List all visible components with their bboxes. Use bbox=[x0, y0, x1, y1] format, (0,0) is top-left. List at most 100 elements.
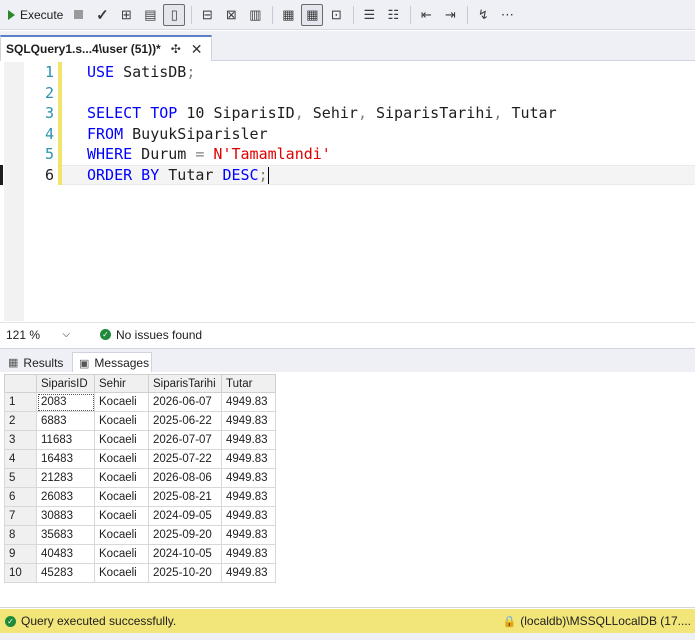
row-number[interactable]: 2 bbox=[4, 411, 37, 431]
table-row[interactable]: 9 40483 Kocaeli 2024-10-05 4949.83 bbox=[4, 544, 276, 564]
table-row[interactable]: 10 45283 Kocaeli 2025-10-20 4949.83 bbox=[4, 563, 276, 583]
grid-cell[interactable]: Kocaeli bbox=[94, 506, 149, 526]
grid-cell[interactable]: Kocaeli bbox=[94, 449, 149, 469]
grid-cell[interactable]: 2024-09-05 bbox=[148, 506, 222, 526]
grid-cell[interactable]: 4949.83 bbox=[221, 563, 276, 583]
line-number: 3 bbox=[44, 104, 54, 122]
grid-cell[interactable]: 45283 bbox=[36, 563, 95, 583]
query-options-button[interactable]: ▤ bbox=[139, 4, 161, 26]
grid-cell[interactable]: 4949.83 bbox=[221, 449, 276, 469]
column-header-siparistarihi[interactable]: SiparisTarihi bbox=[148, 374, 222, 393]
row-number[interactable]: 4 bbox=[4, 449, 37, 469]
grid-cell[interactable]: 4949.83 bbox=[221, 411, 276, 431]
grid-cell[interactable]: 26083 bbox=[36, 487, 95, 507]
grid-cell[interactable]: 4949.83 bbox=[221, 506, 276, 526]
intellisense-button[interactable]: ▯ bbox=[163, 3, 186, 26]
table-row[interactable]: 5 21283 Kocaeli 2026-08-06 4949.83 bbox=[4, 468, 276, 488]
pin-icon[interactable]: ✣ bbox=[171, 42, 181, 56]
row-number[interactable]: 5 bbox=[4, 468, 37, 488]
decrease-indent-button[interactable]: ⇤ bbox=[415, 4, 437, 26]
estimated-plan-button[interactable]: ⊞ bbox=[115, 4, 137, 26]
more-button[interactable]: ⋯ bbox=[496, 4, 518, 26]
row-header-corner[interactable] bbox=[4, 374, 37, 393]
grid-cell[interactable]: Kocaeli bbox=[94, 563, 149, 583]
grid-cell[interactable]: Kocaeli bbox=[94, 392, 149, 412]
grid-cell[interactable]: 2025-08-21 bbox=[148, 487, 222, 507]
grid-cell[interactable]: 4949.83 bbox=[221, 544, 276, 564]
grid-cell[interactable]: 2025-06-22 bbox=[148, 411, 222, 431]
results-grid[interactable]: SiparisID Sehir SiparisTarihi Tutar 1 208… bbox=[4, 374, 276, 583]
close-icon[interactable]: ✕ bbox=[191, 41, 203, 58]
grid-cell[interactable]: 11683 bbox=[36, 430, 95, 450]
uncomment-button[interactable]: ☷ bbox=[382, 4, 404, 26]
table-row[interactable]: 8 35683 Kocaeli 2025-09-20 4949.83 bbox=[4, 525, 276, 545]
comment-icon: ☰ bbox=[363, 6, 376, 22]
query-statusbar: ✓ Query executed successfully. 🔒 (locald… bbox=[0, 609, 695, 633]
code-line: FROM BuyukSiparisler bbox=[87, 124, 268, 143]
client-stats-button[interactable]: ▥ bbox=[244, 4, 266, 26]
column-header-tutar[interactable]: Tutar bbox=[221, 374, 276, 393]
row-number[interactable]: 3 bbox=[4, 430, 37, 450]
include-plan-button[interactable]: ⊟ bbox=[196, 4, 218, 26]
grid-cell[interactable]: 2026-07-07 bbox=[148, 430, 222, 450]
grid-cell[interactable]: Kocaeli bbox=[94, 468, 149, 488]
grid-cell[interactable]: 21283 bbox=[36, 468, 95, 488]
tab-results[interactable]: ▦ Results bbox=[2, 352, 68, 373]
code-text[interactable]: USE SatisDB; SELECT TOP 10 SiparisID, Se… bbox=[87, 62, 557, 185]
grid-cell[interactable]: 4949.83 bbox=[221, 468, 276, 488]
specify-values-button[interactable]: ↯ bbox=[472, 4, 494, 26]
grid-cell[interactable]: Kocaeli bbox=[94, 430, 149, 450]
live-stats-button[interactable]: ⊠ bbox=[220, 4, 242, 26]
row-number[interactable]: 6 bbox=[4, 487, 37, 507]
stop-button[interactable] bbox=[67, 4, 89, 26]
comment-button[interactable]: ☰ bbox=[358, 4, 380, 26]
table-row[interactable]: 1 2083 Kocaeli 2026-06-07 4949.83 bbox=[4, 392, 276, 412]
results-to-text-button[interactable]: ▦ bbox=[277, 4, 299, 26]
grid-cell[interactable]: Kocaeli bbox=[94, 411, 149, 431]
grid-cell[interactable]: Kocaeli bbox=[94, 487, 149, 507]
plan-icon: ⊞ bbox=[120, 6, 132, 22]
grid-cell[interactable]: 35683 bbox=[36, 525, 95, 545]
grid-cell[interactable]: 2083 bbox=[36, 392, 95, 412]
row-number[interactable]: 10 bbox=[4, 563, 37, 583]
tab-sqlquery1[interactable]: SQLQuery1.s...4\user (51))* ✣ ✕ bbox=[0, 35, 212, 61]
execute-button[interactable]: Execute bbox=[4, 8, 67, 22]
column-header-sehir[interactable]: Sehir bbox=[94, 374, 149, 393]
grid-cell[interactable]: 30883 bbox=[36, 506, 95, 526]
results-to-grid-button[interactable]: ▦ bbox=[301, 3, 324, 26]
grid-cell[interactable]: 2025-10-20 bbox=[148, 563, 222, 583]
row-number[interactable]: 9 bbox=[4, 544, 37, 564]
table-row[interactable]: 3 11683 Kocaeli 2026-07-07 4949.83 bbox=[4, 430, 276, 450]
table-row[interactable]: 6 26083 Kocaeli 2025-08-21 4949.83 bbox=[4, 487, 276, 507]
grid-cell[interactable]: 2026-06-07 bbox=[148, 392, 222, 412]
table-row[interactable]: 2 6883 Kocaeli 2025-06-22 4949.83 bbox=[4, 411, 276, 431]
increase-indent-button[interactable]: ⇥ bbox=[439, 4, 461, 26]
grid-cell[interactable]: 4949.83 bbox=[221, 525, 276, 545]
grid-cell[interactable]: Kocaeli bbox=[94, 544, 149, 564]
parse-button[interactable]: ✓ bbox=[91, 4, 113, 26]
table-row[interactable]: 4 16483 Kocaeli 2025-07-22 4949.83 bbox=[4, 449, 276, 469]
row-number[interactable]: 7 bbox=[4, 506, 37, 526]
grid-cell[interactable]: 2025-09-20 bbox=[148, 525, 222, 545]
table-row[interactable]: 7 30883 Kocaeli 2024-09-05 4949.83 bbox=[4, 506, 276, 526]
line-number: 5 bbox=[44, 145, 54, 163]
grid-cell[interactable]: 4949.83 bbox=[221, 392, 276, 412]
grid-cell[interactable]: 4949.83 bbox=[221, 430, 276, 450]
tab-messages[interactable]: ▣ Messages bbox=[72, 352, 152, 373]
results-to-file-button[interactable]: ⊡ bbox=[325, 4, 347, 26]
grid-cell[interactable]: 4949.83 bbox=[221, 487, 276, 507]
grid-cell[interactable]: 2024-10-05 bbox=[148, 544, 222, 564]
column-header-siparisid[interactable]: SiparisID bbox=[36, 374, 95, 393]
query-editor[interactable]: 1 2 3 4 5 6 USE SatisDB; SELECT TOP 10 S… bbox=[0, 62, 695, 321]
row-number[interactable]: 1 bbox=[4, 392, 37, 412]
row-number[interactable]: 8 bbox=[4, 525, 37, 545]
grid-cell[interactable]: 6883 bbox=[36, 411, 95, 431]
grid-cell[interactable]: 2026-08-06 bbox=[148, 468, 222, 488]
issues-indicator[interactable]: ✓ No issues found bbox=[100, 328, 202, 342]
zoom-select[interactable]: 121 % ⌵ bbox=[4, 326, 74, 344]
results-tabstrip: ▦ Results ▣ Messages bbox=[0, 348, 695, 373]
grid-cell[interactable]: 16483 bbox=[36, 449, 95, 469]
grid-cell[interactable]: Kocaeli bbox=[94, 525, 149, 545]
grid-cell[interactable]: 40483 bbox=[36, 544, 95, 564]
grid-cell[interactable]: 2025-07-22 bbox=[148, 449, 222, 469]
